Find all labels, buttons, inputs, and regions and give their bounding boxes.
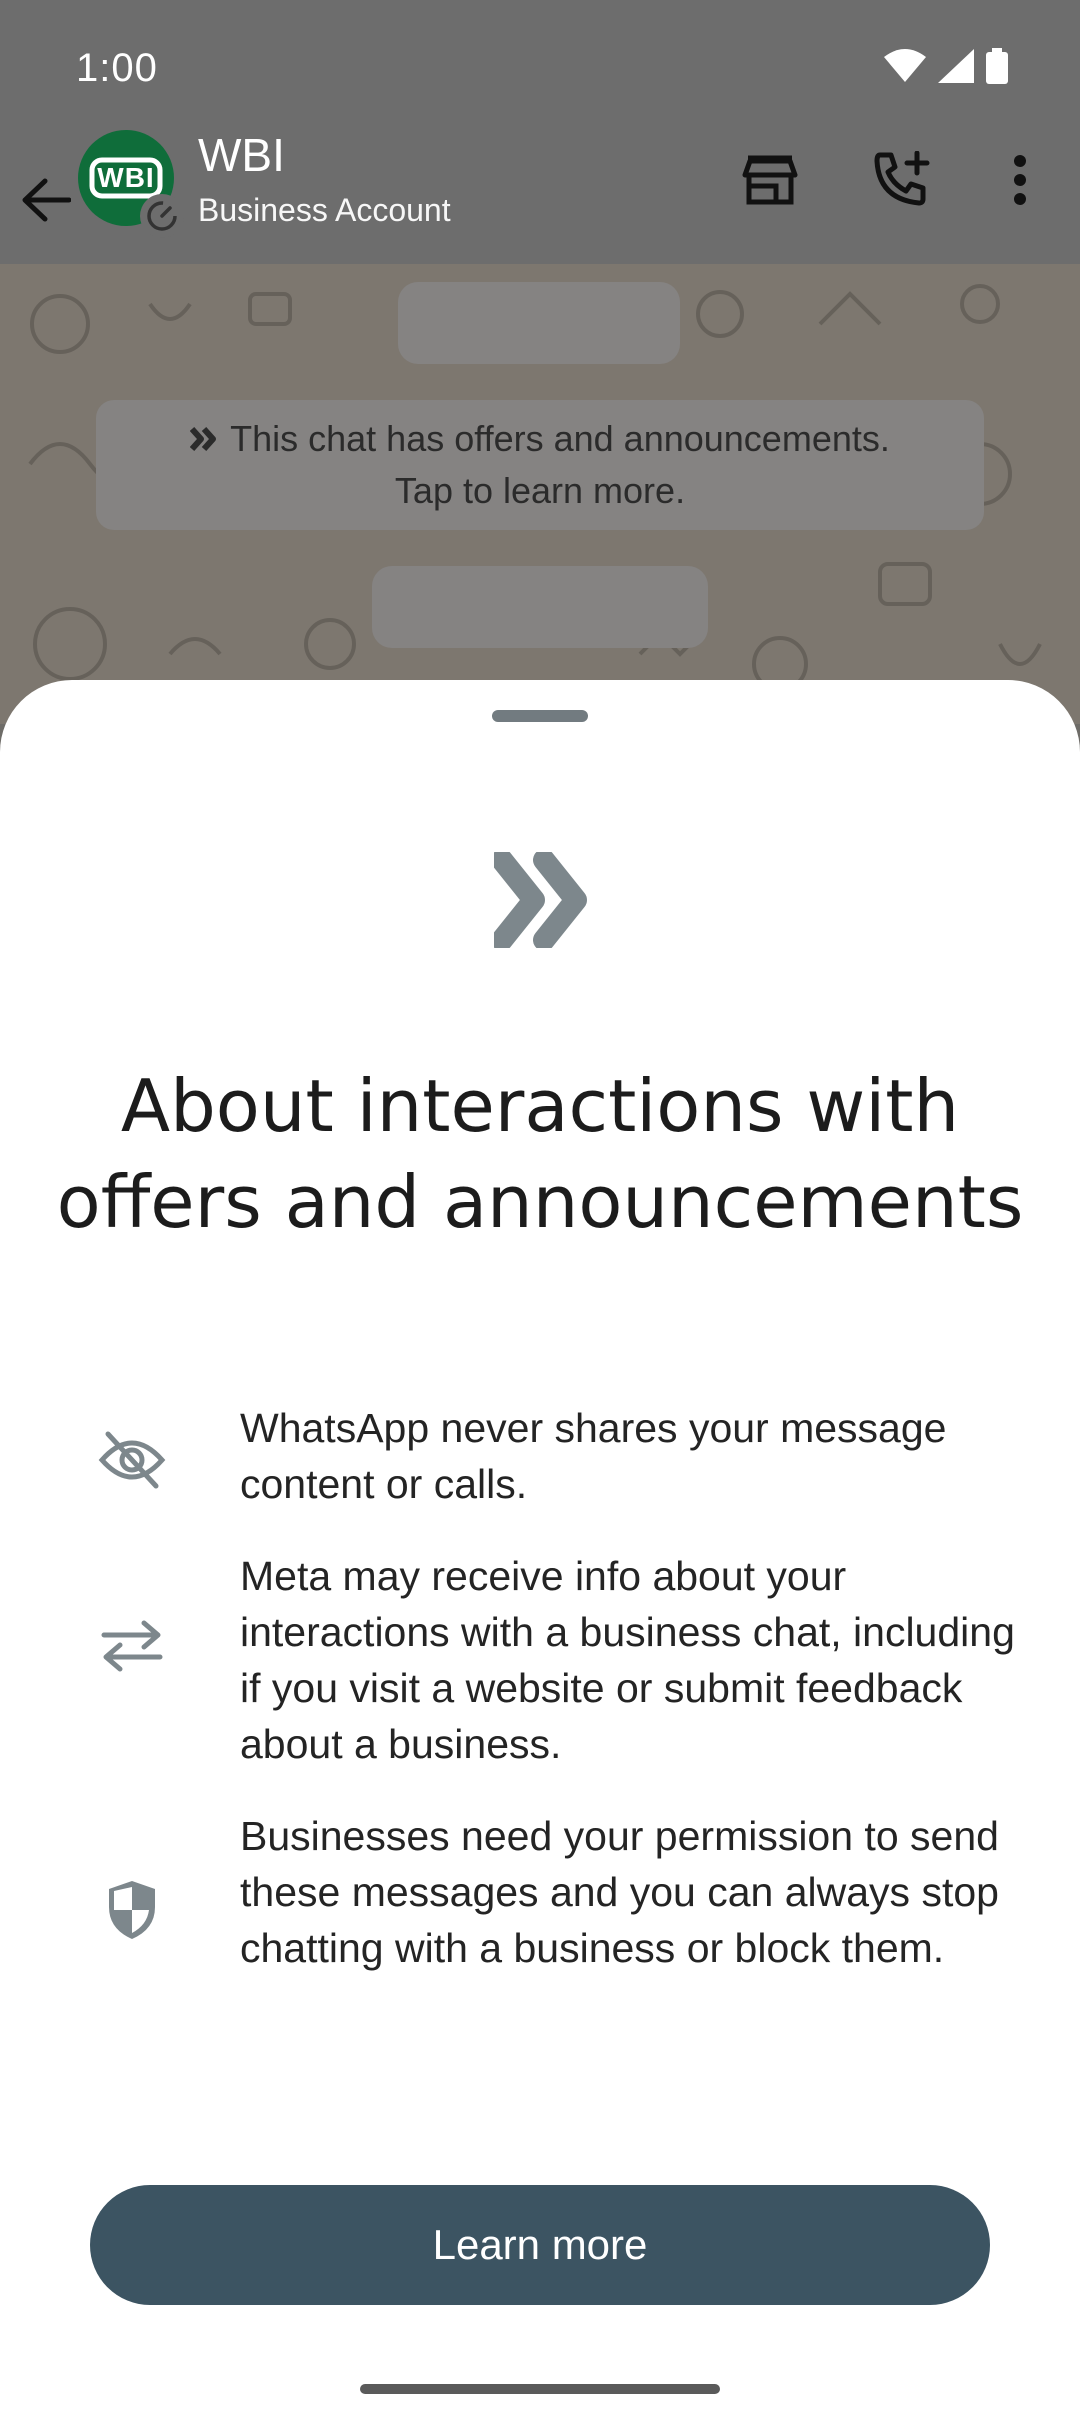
eye-off-icon (98, 1431, 166, 1489)
learn-more-button[interactable]: Learn more (90, 2185, 990, 2305)
add-call-button[interactable] (870, 148, 934, 212)
status-icons (884, 48, 1008, 84)
drag-handle[interactable] (492, 710, 588, 722)
offers-system-message[interactable]: This chat has offers and announcements. … (96, 400, 984, 530)
sheet-title: About interactions with offers and annou… (40, 1058, 1040, 1250)
status-time: 1:00 (76, 46, 158, 90)
storefront-button[interactable] (738, 148, 802, 212)
gesture-nav-handle[interactable] (360, 2384, 720, 2394)
chat-title[interactable]: WBI (198, 128, 285, 182)
more-options-button[interactable] (988, 148, 1052, 212)
business-badge-icon (147, 201, 177, 231)
system-message-line2: Tap to learn more. (394, 470, 686, 511)
battery-icon (986, 48, 1008, 84)
sheet-title-line2: offers and announcements (56, 1160, 1024, 1244)
more-vert-icon (1014, 155, 1026, 205)
storefront-icon (742, 155, 798, 205)
back-button[interactable] (18, 172, 74, 228)
signal-icon (938, 49, 974, 83)
message-placeholder (372, 566, 708, 648)
arrow-back-icon (22, 178, 71, 222)
message-placeholder (398, 282, 680, 364)
shield-icon (109, 1881, 155, 1939)
avatar-text: WBI (97, 162, 155, 193)
info-text-meta: Meta may receive info about your interac… (240, 1553, 1015, 1767)
sheet-title-line1: About interactions with (120, 1064, 960, 1148)
verified-badge (140, 194, 184, 238)
swap-arrows-icon (101, 1620, 163, 1672)
bottom-sheet: About interactions with offers and annou… (0, 680, 1080, 2412)
status-bar: 1:00 (0, 0, 1080, 140)
double-chevron-icon (494, 852, 587, 948)
info-text-permission: Businesses need your permission to send … (240, 1813, 999, 1971)
system-message-line1: This chat has offers and announcements. (230, 418, 890, 459)
chat-subtitle[interactable]: Business Account (198, 192, 451, 229)
info-text-privacy: WhatsApp never shares your message conte… (240, 1405, 947, 1507)
wifi-icon (884, 49, 926, 82)
add-call-icon (874, 151, 930, 206)
double-chevron-icon (190, 426, 217, 452)
